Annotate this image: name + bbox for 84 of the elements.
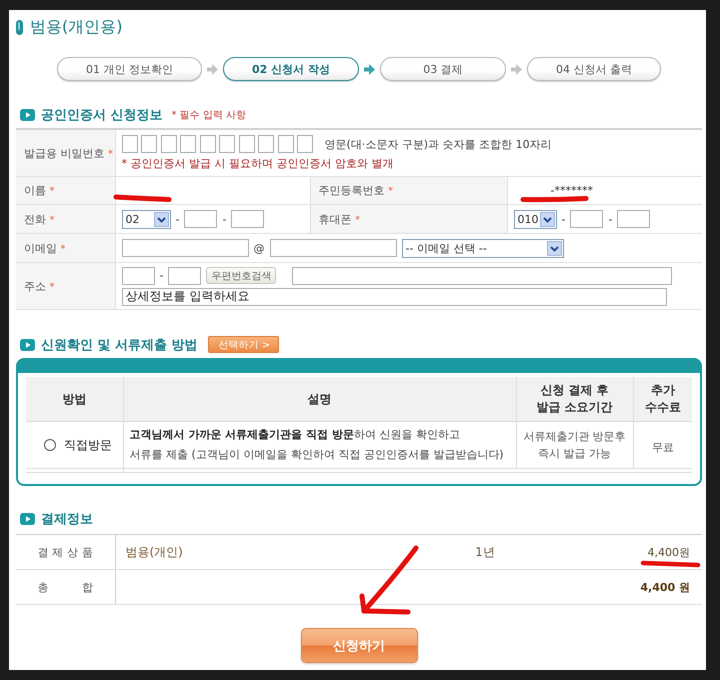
password-char-box[interactable] — [258, 135, 274, 153]
at-sign: @ — [254, 242, 264, 254]
hand-drawn-underline — [520, 196, 588, 202]
mobile-input[interactable] — [617, 210, 650, 228]
chevron-down-icon — [540, 212, 554, 226]
hand-drawn-underline — [640, 560, 700, 568]
field-label: 이름 — [24, 184, 46, 197]
play-icon — [20, 338, 35, 350]
section-title: 공인인증서 신청정보 — [41, 106, 163, 124]
arrow-right-icon — [510, 64, 522, 74]
zip-search-button[interactable]: 우편번호검색 — [206, 267, 276, 284]
area-code-select[interactable]: 02 — [122, 210, 170, 228]
method-label: 직접방문 — [64, 436, 112, 454]
mobile-prefix-select[interactable]: 010 — [514, 210, 556, 228]
column-header: 신청 결제 후 발급 소요기간 — [516, 377, 633, 422]
dash-separator: - — [562, 212, 566, 226]
chevron-down-icon — [546, 240, 562, 256]
field-label: 전화 — [24, 212, 46, 226]
field-label: 발급용 비밀번호 — [24, 146, 104, 160]
address-detail-input[interactable]: 상세정보를 입력하세요 — [122, 288, 666, 306]
dash-separator: - — [160, 269, 164, 282]
password-char-box[interactable] — [238, 135, 254, 153]
email-id-input[interactable] — [122, 239, 248, 257]
field-label: 주민등록번호 — [318, 184, 384, 197]
vertical-bar-icon — [16, 20, 23, 34]
password-char-box[interactable] — [141, 135, 157, 153]
phone-input[interactable] — [184, 210, 218, 228]
progress-step: 02 신청서 작성 — [223, 57, 359, 81]
required-mark: * — [388, 186, 393, 197]
progress-step: 01 개인 정보확인 — [57, 57, 202, 81]
zip-code-input[interactable] — [168, 266, 202, 284]
password-char-box[interactable] — [180, 135, 196, 153]
hand-drawn-underline — [114, 194, 172, 202]
subscription-term: 1년 — [475, 544, 495, 558]
email-domain-input[interactable] — [270, 239, 396, 257]
password-note: * 공인인증서 발급 시 필요하며 공인인증서 암호와 별개 — [122, 156, 394, 171]
dash-separator: - — [222, 212, 226, 226]
play-icon — [20, 512, 35, 524]
product-name: 범용(개인) — [126, 544, 183, 558]
field-label: 이메일 — [24, 242, 57, 254]
zip-code-input[interactable] — [122, 266, 154, 284]
column-header: 설명 — [123, 377, 516, 422]
section-title: 신원확인 및 서류제출 방법 — [41, 336, 198, 354]
dash-separator: - — [176, 212, 180, 226]
progress-step: 03 결제 — [380, 57, 506, 81]
chevron-down-icon — [154, 212, 168, 226]
progress-step: 04 신청서 출력 — [526, 57, 661, 81]
required-mark: * — [50, 186, 54, 197]
required-mark: * — [50, 282, 54, 292]
address-input[interactable] — [292, 266, 672, 284]
row-label: 총 합 — [37, 580, 94, 594]
required-mark: * — [50, 214, 54, 226]
password-char-box[interactable] — [278, 135, 294, 153]
phone-input[interactable] — [231, 210, 264, 228]
row-label: 결 제 상 품 — [37, 544, 94, 560]
password-char-box[interactable] — [122, 135, 138, 153]
field-label: 휴대폰 — [318, 212, 352, 226]
page-title: 범용(개인용) — [30, 17, 122, 37]
column-header: 추가 수수료 — [633, 377, 692, 422]
radio-button[interactable] — [44, 439, 56, 451]
required-mark: * — [60, 244, 66, 254]
total-price: 4,400 원 — [640, 580, 690, 594]
resident-number: -******* — [550, 184, 593, 197]
field-label: 주소 — [24, 280, 46, 292]
password-char-box[interactable] — [160, 135, 176, 153]
play-icon — [20, 108, 35, 120]
password-char-box[interactable] — [200, 135, 216, 153]
password-char-box[interactable] — [219, 135, 235, 153]
password-char-box[interactable] — [297, 135, 313, 153]
required-mark: * — [355, 214, 360, 226]
arrow-right-icon — [364, 64, 375, 74]
price: 4,400원 — [648, 546, 690, 558]
issue-period: 서류제출기관 방문후 즉시 발급 가능 — [522, 429, 626, 462]
required-mark: * — [108, 148, 113, 160]
password-hint: 영문(대·소문자 구분)과 숫자를 조합한 10자리 — [324, 136, 552, 152]
column-header: 방법 — [26, 377, 123, 422]
dash-separator: - — [608, 212, 612, 226]
mobile-input[interactable] — [570, 210, 604, 228]
section-title: 결제정보 — [41, 510, 93, 528]
method-description: 고객님께서 가까운 서류제출기관을 직접 방문하여 신원을 확인하고 서류를 제출 (고객님이 이메일을 확인하여 직접 공인인증서를 발급받습니다) — [130, 427, 505, 463]
arrow-right-icon — [207, 64, 218, 74]
fee-text: 무료 — [652, 440, 674, 454]
email-domain-select[interactable]: -- 이메일 선택 -- — [402, 238, 564, 258]
required-note: * 필수 입력 사항 — [172, 108, 246, 122]
